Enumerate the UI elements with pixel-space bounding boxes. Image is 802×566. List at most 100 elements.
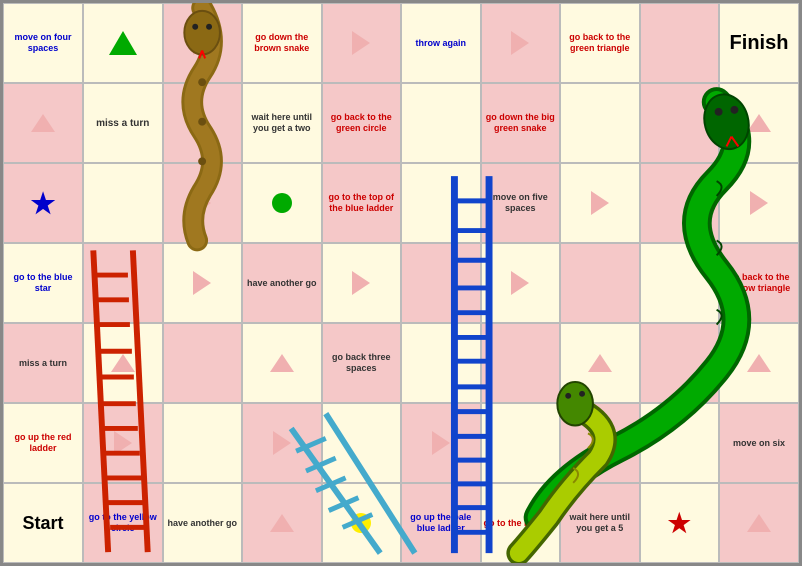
cell-r2c2 <box>163 163 243 243</box>
cell-text-r6c1: go to the yellow circle <box>86 512 160 534</box>
cell-r5c6 <box>481 403 561 483</box>
arrow-right-icon <box>432 431 450 455</box>
cell-r6c8: ★ <box>640 483 720 563</box>
cell-text-r5c9: move on six <box>733 438 785 449</box>
cell-r1c1: miss a turn <box>83 83 163 163</box>
cell-text-r6c5: go up the pale blue ladder <box>404 512 478 534</box>
cell-r3c6 <box>481 243 561 323</box>
cell-r6c9 <box>719 483 799 563</box>
cell-r4c2 <box>163 323 243 403</box>
cell-text-r0c0: move on four spaces <box>6 32 80 54</box>
cell-r6c5: go up the pale blue ladder <box>401 483 481 563</box>
arrow-up-icon <box>747 354 771 372</box>
cell-r1c6: go down the big green snake <box>481 83 561 163</box>
arrow-right-icon <box>511 271 529 295</box>
cell-start: Start <box>3 483 83 563</box>
cell-r2c1 <box>83 163 163 243</box>
arrow-right-icon <box>193 271 211 295</box>
green-triangle-icon <box>109 31 137 55</box>
cell-r2c4: go to the top of the blue ladder <box>322 163 402 243</box>
cell-r5c5 <box>401 403 481 483</box>
red-star-icon: ★ <box>668 508 691 539</box>
cell-text-r6c7: wait here until you get a 5 <box>563 512 637 534</box>
cell-r3c9: go back to the yellow triangle <box>719 243 799 323</box>
cell-r1c3: wait here until you get a two <box>242 83 322 163</box>
cell-r4c3 <box>242 323 322 403</box>
arrow-up-icon <box>270 354 294 372</box>
cell-r2c7 <box>560 163 640 243</box>
game-board: move on four spaces go down the brown sn… <box>0 0 802 566</box>
cell-r5c9: move on six <box>719 403 799 483</box>
cell-r5c8 <box>640 403 720 483</box>
cell-r3c4 <box>322 243 402 323</box>
cell-r1c0 <box>3 83 83 163</box>
cell-text-r1c3: wait here until you get a two <box>245 112 319 134</box>
cell-grid: move on four spaces go down the brown sn… <box>3 3 799 563</box>
arrow-right-icon <box>750 191 768 215</box>
cell-r3c1 <box>83 243 163 323</box>
cell-r2c0: ★ <box>3 163 83 243</box>
cell-text-r3c3: have another go <box>247 278 317 289</box>
yellow-dot-icon <box>351 513 371 533</box>
arrow-right-icon <box>352 271 370 295</box>
cell-r5c2 <box>163 403 243 483</box>
cell-r1c8 <box>640 83 720 163</box>
arrow-up-icon <box>747 514 771 532</box>
cell-text-r3c9: go back to the yellow triangle <box>722 272 796 294</box>
cell-finish: Finish <box>719 3 799 83</box>
blue-star-icon: ★ <box>30 187 55 220</box>
cell-r2c5 <box>401 163 481 243</box>
cell-r0c3: go down the brown snake <box>242 3 322 83</box>
cell-r6c4 <box>322 483 402 563</box>
cell-r1c9 <box>719 83 799 163</box>
cell-r0c8 <box>640 3 720 83</box>
cell-text-r4c4: go back three spaces <box>325 352 399 374</box>
cell-r4c5 <box>401 323 481 403</box>
cell-r6c2: have another go <box>163 483 243 563</box>
arrow-right-icon <box>591 431 609 455</box>
cell-text-r3c0: go to the blue star <box>6 272 80 294</box>
cell-r4c6 <box>481 323 561 403</box>
cell-r3c2 <box>163 243 243 323</box>
cell-r4c0: miss a turn <box>3 323 83 403</box>
cell-text-r1c4: go back to the green circle <box>325 112 399 134</box>
cell-text-r5c0: go up the red ladder <box>6 432 80 454</box>
cell-r3c3: have another go <box>242 243 322 323</box>
cell-r2c9 <box>719 163 799 243</box>
cell-text-r4c0: miss a turn <box>19 358 67 368</box>
cell-r5c3 <box>242 403 322 483</box>
arrow-up-icon <box>270 514 294 532</box>
cell-r0c0: move on four spaces <box>3 3 83 83</box>
cell-text-r6c2: have another go <box>167 518 237 529</box>
cell-r5c4 <box>322 403 402 483</box>
cell-r1c5 <box>401 83 481 163</box>
cell-r6c7: wait here until you get a 5 <box>560 483 640 563</box>
cell-r0c4 <box>322 3 402 83</box>
arrow-right-icon <box>273 431 291 455</box>
arrow-up-icon <box>588 354 612 372</box>
cell-r4c9 <box>719 323 799 403</box>
cell-r0c7: go back to the green triangle <box>560 3 640 83</box>
cell-r6c1: go to the yellow circle <box>83 483 163 563</box>
cell-r4c1 <box>83 323 163 403</box>
cell-text-r0c5: throw again <box>415 38 466 49</box>
arrow-right-icon <box>591 191 609 215</box>
cell-r3c0: go to the blue star <box>3 243 83 323</box>
cell-text-r6c6: go to the red star <box>484 518 558 529</box>
arrow-up-icon <box>31 114 55 132</box>
arrow-right-icon <box>511 31 529 55</box>
cell-r1c2 <box>163 83 243 163</box>
cell-text-r1c6: go down the big green snake <box>484 112 558 134</box>
cell-r2c6: move on five spaces <box>481 163 561 243</box>
cell-r1c4: go back to the green circle <box>322 83 402 163</box>
cell-r0c5: throw again <box>401 3 481 83</box>
cell-r5c0: go up the red ladder <box>3 403 83 483</box>
cell-r0c1 <box>83 3 163 83</box>
arrow-right-icon <box>352 31 370 55</box>
start-label: Start <box>22 513 63 534</box>
arrow-up-icon <box>747 114 771 132</box>
cell-r4c4: go back three spaces <box>322 323 402 403</box>
cell-text-r2c4: go to the top of the blue ladder <box>325 192 399 214</box>
cell-r5c7 <box>560 403 640 483</box>
green-dot-icon <box>272 193 292 213</box>
